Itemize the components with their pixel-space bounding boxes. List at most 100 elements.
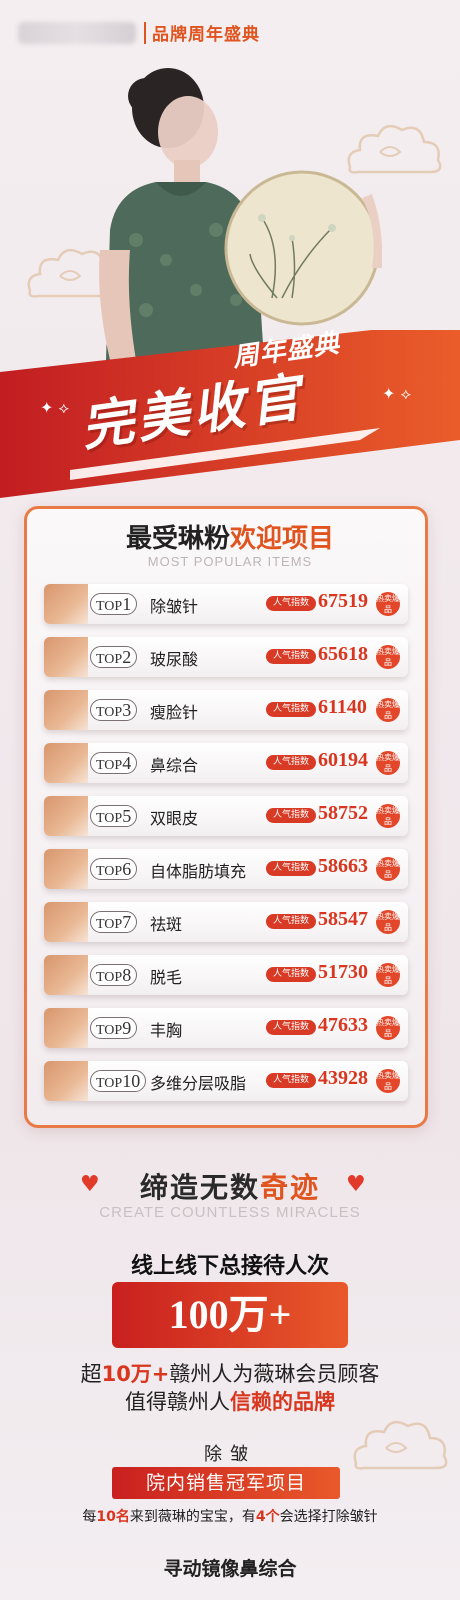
sparkle-icon: ✦ ⟡ [40, 398, 70, 417]
popularity-score: 61140 [318, 696, 367, 718]
popularity-label: 人气指数 [266, 914, 316, 929]
rank-badge: TOP10 [90, 1070, 147, 1092]
item-name: 玻尿酸 [150, 650, 199, 669]
brand-logo [18, 22, 136, 44]
hot-sale-icon: 热卖爆品 [376, 804, 400, 828]
rank-number: 6 [122, 859, 132, 879]
miracles-title-part2: 奇迹 [260, 1171, 321, 1204]
member-line-b: 赣州人为薇琳会员顾客 [169, 1362, 380, 1386]
visits-value: 100万+ [112, 1282, 348, 1348]
rank-prefix: TOP [96, 652, 123, 667]
ranking-subtitle: MOST POPULAR ITEMS [147, 554, 313, 569]
item-name: 丰胸 [150, 1021, 183, 1040]
brand-divider [144, 22, 146, 44]
rank-badge: TOP3 [90, 699, 138, 721]
note-b: 来到薇琳的宝宝，有 [129, 1509, 256, 1525]
rank-number: 5 [122, 806, 132, 826]
visits-label: 线上线下总接待人次 [130, 1254, 329, 1279]
popularity-score: 58547 [318, 908, 368, 930]
hot-sale-icon: 热卖爆品 [376, 751, 400, 775]
rank-prefix: TOP [96, 705, 123, 720]
rank-prefix: TOP [96, 758, 123, 773]
ranking-row[interactable]: TOP3 瘦脸针 人气指数 61140 热卖爆品 [44, 690, 408, 730]
ranking-title-part1: 最受琳粉 [125, 524, 230, 554]
item-name: 祛斑 [150, 915, 183, 934]
popularity-score: 58663 [318, 855, 368, 877]
popularity-label: 人气指数 [266, 649, 316, 664]
rank-number: 1 [122, 594, 132, 614]
rank-number: 2 [122, 647, 132, 667]
ranking-row[interactable]: TOP8 脱毛 人气指数 51730 热卖爆品 [44, 955, 408, 995]
hot-sale-icon: 热卖爆品 [376, 857, 400, 881]
popularity-score: 58752 [318, 802, 368, 824]
note-highlight-1: 10名 [96, 1509, 130, 1525]
rank-prefix: TOP [96, 917, 123, 932]
rank-badge: TOP6 [90, 858, 138, 880]
popularity-label: 人气指数 [266, 755, 316, 770]
hot-sale-icon: 热卖爆品 [376, 963, 400, 987]
item-name: 鼻综合 [150, 756, 199, 775]
popularity-label: 人气指数 [266, 702, 316, 717]
category-heading: 除皱 [204, 1444, 256, 1465]
ranking-title-part2: 欢迎项目 [230, 524, 335, 554]
rank-badge: TOP7 [90, 911, 138, 933]
popularity-score: 67519 [318, 590, 368, 612]
sparkle-icon: ✦ ⟡ [382, 384, 412, 403]
ranking-row[interactable]: TOP10 多维分层吸脂 人气指数 43928 热卖爆品 [44, 1061, 408, 1101]
item-name: 自体脂肪填充 [150, 862, 247, 881]
ranking-row[interactable]: TOP2 玻尿酸 人气指数 65618 热卖爆品 [44, 637, 408, 677]
ranking-row[interactable]: TOP9 丰胸 人气指数 47633 热卖爆品 [44, 1008, 408, 1048]
next-category-heading: 寻动镜像鼻综合 [163, 1558, 297, 1580]
ranking-row[interactable]: TOP5 双眼皮 人气指数 58752 热卖爆品 [44, 796, 408, 836]
popularity-label: 人气指数 [266, 1020, 316, 1035]
popularity-label: 人气指数 [266, 861, 316, 876]
rank-number: 4 [122, 753, 132, 773]
rank-number: 9 [122, 1018, 132, 1038]
brand-tagline: 品牌周年盛典 [152, 25, 260, 45]
note-c: 会选择打除皱针 [279, 1509, 378, 1525]
page-curl-icon [44, 743, 88, 783]
popularity-label: 人气指数 [266, 596, 316, 611]
miracles-title: 缔造无数奇迹 [0, 1166, 460, 1206]
popularity-score: 60194 [318, 749, 368, 771]
popularity-score: 43928 [318, 1067, 368, 1089]
rank-badge: TOP1 [90, 593, 138, 615]
page-curl-icon [44, 1061, 88, 1101]
item-name: 脱毛 [150, 968, 183, 987]
hot-sale-icon: 热卖爆品 [376, 910, 400, 934]
rank-badge: TOP4 [90, 752, 138, 774]
note-highlight-2: 4个 [255, 1509, 280, 1525]
page-curl-icon [44, 796, 88, 836]
rank-prefix: TOP [96, 811, 123, 826]
ranking-row[interactable]: TOP7 祛斑 人气指数 58547 热卖爆品 [44, 902, 408, 942]
rank-badge: TOP8 [90, 964, 138, 986]
trust-line-highlight: 信赖的品牌 [230, 1390, 335, 1414]
page-curl-icon [44, 955, 88, 995]
hot-sale-icon: 热卖爆品 [376, 698, 400, 722]
page-curl-icon [44, 849, 88, 889]
rank-number: 3 [122, 700, 132, 720]
popularity-score: 47633 [318, 1014, 368, 1036]
rank-badge: TOP5 [90, 805, 138, 827]
ranking-row[interactable]: TOP4 鼻综合 人气指数 60194 热卖爆品 [44, 743, 408, 783]
rank-prefix: TOP [96, 1076, 123, 1091]
ranking-title: 最受琳粉欢迎项目 [0, 518, 460, 555]
popularity-label: 人气指数 [266, 808, 316, 823]
rank-prefix: TOP [96, 864, 123, 879]
rank-number: 7 [122, 912, 132, 932]
page-curl-icon [44, 902, 88, 942]
ranking-row[interactable]: TOP1 除皱针 人气指数 67519 热卖爆品 [44, 584, 408, 624]
member-line: 超10万+赣州人为薇琳会员顾客 [0, 1358, 460, 1388]
ranking-row[interactable]: TOP6 自体脂肪填充 人气指数 58663 热卖爆品 [44, 849, 408, 889]
member-line-a: 超 [80, 1362, 102, 1386]
hot-sale-icon: 热卖爆品 [376, 1016, 400, 1040]
popularity-label: 人气指数 [266, 967, 316, 982]
trust-line: 值得赣州人信赖的品牌 [0, 1386, 460, 1416]
page-curl-icon [44, 1008, 88, 1048]
trust-line-a: 值得赣州人 [125, 1390, 230, 1414]
hot-sale-icon: 热卖爆品 [376, 1069, 400, 1093]
item-name: 瘦脸针 [150, 703, 199, 722]
miracles-title-part1: 缔造无数 [139, 1171, 260, 1204]
rank-prefix: TOP [96, 970, 123, 985]
page-curl-icon [44, 637, 88, 677]
